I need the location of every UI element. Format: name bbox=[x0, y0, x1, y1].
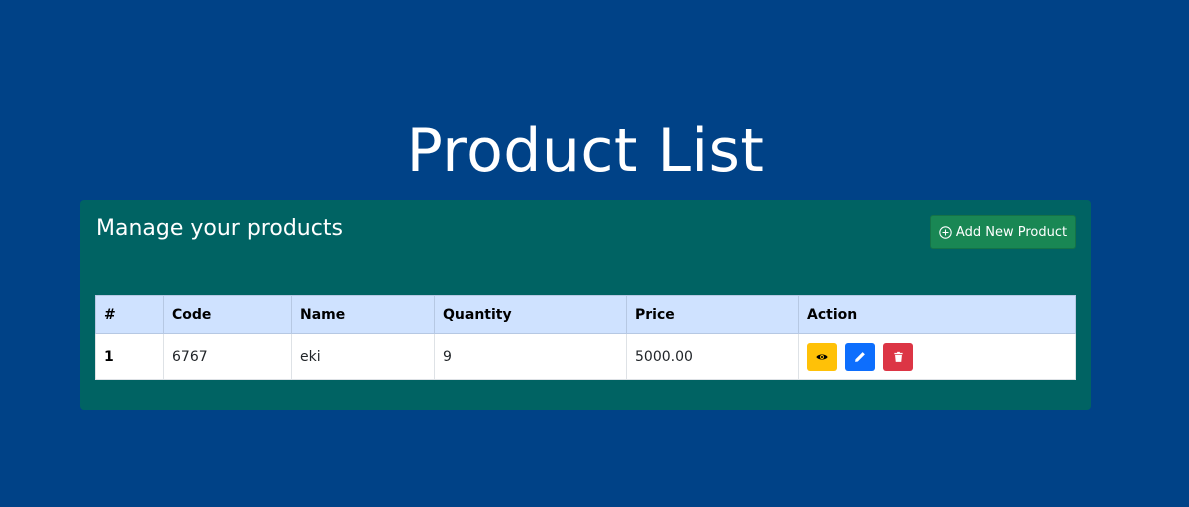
add-new-product-label: Add New Product bbox=[955, 224, 1068, 240]
trash-icon bbox=[893, 351, 903, 362]
delete-button[interactable] bbox=[883, 342, 913, 371]
cell-price: 5000.00 bbox=[626, 333, 799, 380]
card-heading: Manage your products bbox=[96, 216, 343, 241]
add-new-product-button[interactable]: Add New Product bbox=[930, 215, 1076, 249]
cell-quantity: 9 bbox=[434, 333, 627, 380]
eye-icon bbox=[816, 353, 828, 360]
page-title: Product List bbox=[406, 116, 765, 187]
products-table: # Code Name Quantity Price Action 1 6767… bbox=[95, 295, 1076, 380]
pencil-icon bbox=[855, 351, 865, 362]
table-header-row: # Code Name Quantity Price Action bbox=[95, 295, 1076, 334]
column-header-action: Action bbox=[798, 295, 1076, 334]
column-header-code: Code bbox=[163, 295, 292, 334]
cell-index: 1 bbox=[95, 333, 164, 380]
column-header-price: Price bbox=[626, 295, 799, 334]
cell-code: 6767 bbox=[163, 333, 292, 380]
row-actions bbox=[807, 342, 1067, 371]
cell-actions bbox=[798, 333, 1076, 380]
edit-button[interactable] bbox=[845, 342, 875, 371]
table-row: 1 6767 eki 9 5000.00 bbox=[95, 333, 1076, 380]
column-header-name: Name bbox=[291, 295, 435, 334]
plus-circle-icon bbox=[939, 225, 952, 239]
cell-name: eki bbox=[291, 333, 435, 380]
column-header-index: # bbox=[95, 295, 164, 334]
column-header-quantity: Quantity bbox=[434, 295, 627, 334]
products-card: Manage your products Add New Product # C… bbox=[80, 200, 1091, 410]
page: Product List Manage your products Add Ne… bbox=[0, 0, 1189, 507]
view-button[interactable] bbox=[807, 342, 837, 371]
